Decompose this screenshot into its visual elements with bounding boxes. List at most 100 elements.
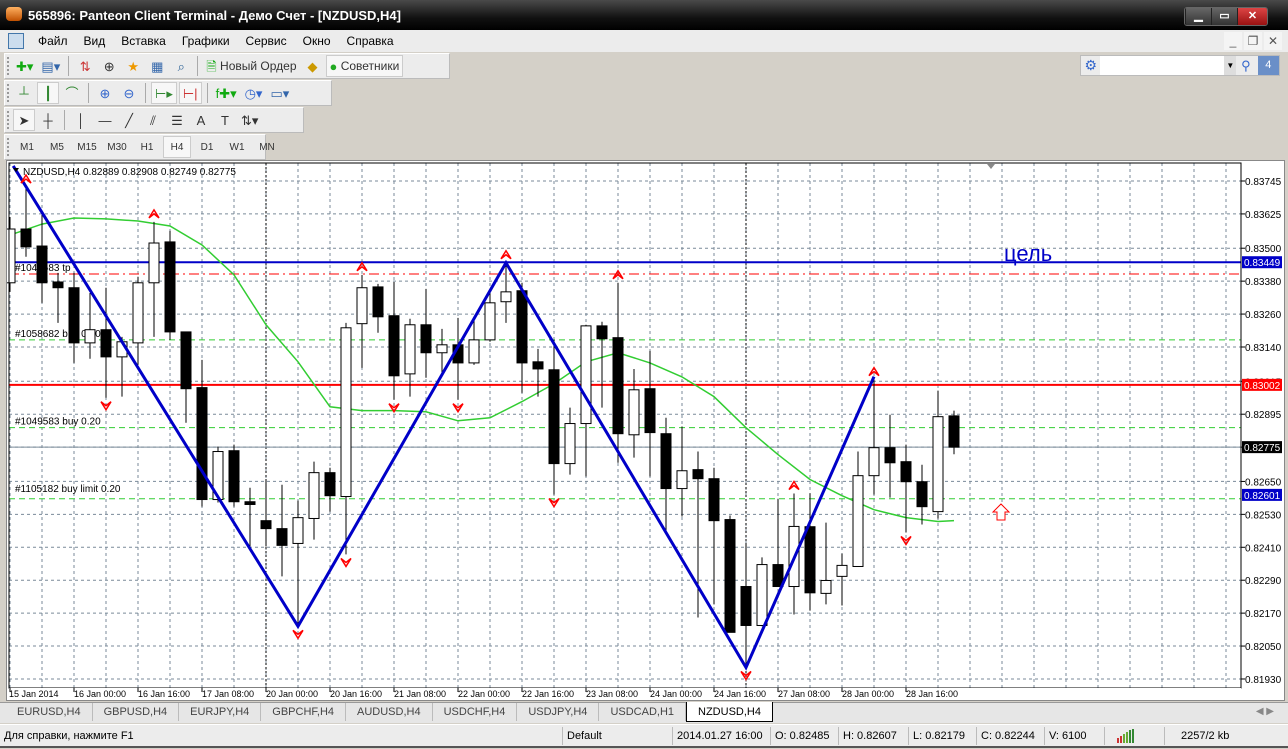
new-order-button[interactable]: 🗎 Новый Ордер (203, 55, 299, 77)
price-chart[interactable]: #1049583 tp#1058682 buy 0.20#1049583 buy… (7, 161, 1284, 700)
fractal-down-icon (100, 401, 112, 412)
timeframe-m30[interactable]: M30 (103, 136, 131, 158)
status-help: Для справки, нажмите F1 (0, 726, 563, 745)
bull-candle (852, 475, 864, 567)
timeframe-m15[interactable]: M15 (73, 136, 101, 158)
search-icon[interactable]: ⚲ (1236, 56, 1255, 75)
tab-usdjpy-h4[interactable]: USDJPY,H4 (517, 703, 600, 721)
timeframe-mn[interactable]: MN (253, 136, 281, 158)
menu-window[interactable]: Окно (295, 34, 339, 48)
metaeditor-button[interactable]: ◆ (302, 55, 324, 77)
tab-eurjpy-h4[interactable]: EURJPY,H4 (179, 703, 262, 721)
minimize-button[interactable]: ▁ (1185, 8, 1211, 25)
timeframe-w1[interactable]: W1 (223, 136, 251, 158)
timeframe-h1[interactable]: H1 (133, 136, 161, 158)
zoom-in-button[interactable]: ⊕ (94, 82, 116, 104)
profiles-button[interactable]: ▤▾ (38, 55, 63, 77)
tab-audusd-h4[interactable]: AUDUSD,H4 (346, 703, 433, 721)
templates-button[interactable]: ▭▾ (267, 82, 292, 104)
indicators-icon: f✚▾ (215, 85, 237, 101)
horizontal-line-button[interactable]: — (94, 109, 116, 131)
fibonacci-button[interactable]: ☰ (166, 109, 188, 131)
gear-icon[interactable]: ⚙ (1081, 56, 1100, 75)
tab-gbpusd-h4[interactable]: GBPUSD,H4 (93, 703, 180, 721)
timeframe-h4[interactable]: H4 (163, 136, 191, 158)
chart-window-icon[interactable] (8, 33, 24, 49)
menu-insert[interactable]: Вставка (113, 34, 174, 48)
experts-button[interactable]: ● Советники (325, 55, 404, 77)
mdi-close-button[interactable]: ✕ (1264, 32, 1282, 50)
bull-candle (356, 287, 368, 325)
text-icon: A (196, 112, 206, 128)
fibonacci-icon: ☰ (171, 112, 183, 128)
menu-view[interactable]: Вид (76, 34, 114, 48)
bull-candle (436, 344, 448, 354)
horizontal-line-icon: — (98, 112, 112, 128)
indicators-button[interactable]: f✚▾ (213, 82, 240, 104)
cursor-button[interactable]: ➤ (13, 109, 35, 131)
menu-charts[interactable]: Графики (174, 34, 238, 48)
close-button[interactable]: ✕ (1237, 8, 1267, 25)
status-volume: V: 6100 (1045, 726, 1105, 745)
arrows-button[interactable]: ⇅▾ (238, 109, 261, 131)
mdi-restore-button[interactable]: ❐ (1244, 32, 1262, 50)
data-window-button[interactable]: ⊕ (98, 55, 120, 77)
timeframe-d1[interactable]: D1 (193, 136, 221, 158)
crosshair-button[interactable]: ┼ (37, 109, 59, 131)
search-dropdown[interactable]: ▼ (1224, 56, 1237, 75)
chart-tabs: EURUSD,H4 GBPUSD,H4 EURJPY,H4 GBPCHF,H4 AUDU… (0, 702, 1288, 723)
line-chart-button[interactable]: ⌒ (61, 82, 83, 104)
tab-nzdusd-h4[interactable]: NZDUSD,H4 (686, 702, 773, 722)
connection-indicator[interactable] (1105, 726, 1165, 745)
terminal-icon: ▦ (151, 58, 164, 74)
vertical-line-button[interactable]: │ (70, 109, 92, 131)
equidistant-channel-button[interactable]: ⫽ (142, 109, 164, 131)
tab-usdcad-h1[interactable]: USDCAD,H1 (599, 703, 687, 721)
bar-chart-button[interactable]: ┴ (13, 82, 35, 104)
menu-bar: Файл Вид Вставка Графики Сервис Окно Спр… (0, 30, 1288, 52)
connection-bars-icon (1117, 728, 1134, 743)
terminal-button[interactable]: ▦ (146, 55, 168, 77)
trendline-button[interactable]: ╱ (118, 109, 140, 131)
new-chart-button[interactable]: ✚▾ (13, 55, 36, 77)
line-studies-toolbar: ➤ ┼ │ — ╱ ⫽ ☰ A T ⇅▾ (4, 107, 304, 133)
candlestick-icon: ┃ (44, 85, 52, 101)
text-button[interactable]: A (190, 109, 212, 131)
candlestick-button[interactable]: ┃ (37, 82, 59, 104)
menu-file[interactable]: Файл (30, 34, 76, 48)
bear-candle (532, 361, 544, 370)
chart-window[interactable]: #1049583 tp#1058682 buy 0.20#1049583 buy… (6, 160, 1285, 701)
timeframe-m1[interactable]: M1 (13, 136, 41, 158)
navigator-button[interactable]: ★ (122, 55, 144, 77)
tab-eurusd-h4[interactable]: EURUSD,H4 (6, 703, 93, 721)
bear-candle (900, 461, 912, 483)
text-label-button[interactable]: T (214, 109, 236, 131)
price-tick-label: 0.81930 (1245, 675, 1282, 686)
periods-button[interactable]: ◷▾ (242, 82, 266, 104)
menu-tools[interactable]: Сервис (238, 34, 295, 48)
menu-help[interactable]: Справка (339, 34, 402, 48)
bear-candle (948, 415, 960, 448)
bear-candle (596, 325, 608, 340)
tab-usdchf-h4[interactable]: USDCHF,H4 (433, 703, 518, 721)
maximize-button[interactable]: ▭ (1211, 8, 1237, 25)
autoscroll-button[interactable]: ⊢▸ (151, 82, 177, 104)
bull-candle (580, 325, 592, 425)
tab-gbpchf-h4[interactable]: GBPCHF,H4 (261, 703, 347, 721)
timeframe-m5[interactable]: M5 (43, 136, 71, 158)
bear-candle (660, 433, 672, 490)
new-order-icon: 🗎 (206, 58, 217, 74)
bear-candle (548, 369, 560, 465)
bear-candle (692, 469, 704, 480)
zoom-out-button[interactable]: ⊖ (118, 82, 140, 104)
tab-scroll-arrows[interactable]: ◀ ▶ (1256, 706, 1274, 717)
mdi-minimize-button[interactable]: _ (1224, 32, 1242, 50)
notifications-button[interactable]: 4 (1257, 56, 1279, 75)
strategy-tester-button[interactable]: ⌕ (170, 55, 192, 77)
market-watch-button[interactable]: ⇅ (74, 55, 96, 77)
chart-shift-button[interactable]: ⊢| (178, 82, 202, 104)
template-icon: ▭▾ (270, 85, 290, 101)
search-input[interactable] (1100, 56, 1225, 75)
time-tick-label: 16 Jan 16:00 (138, 689, 190, 699)
book-icon: ◆ (307, 58, 318, 74)
